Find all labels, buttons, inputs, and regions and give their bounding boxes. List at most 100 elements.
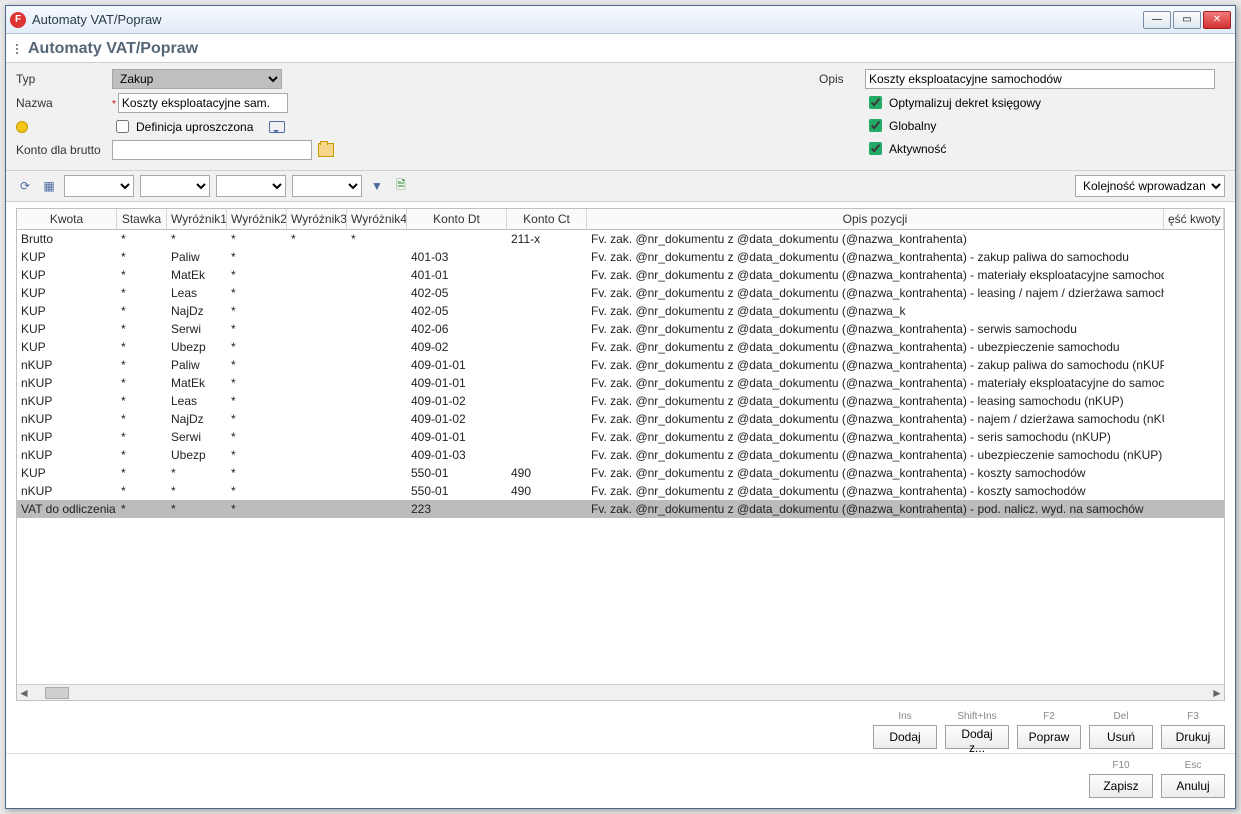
column-header[interactable]: Wyróżnik2 <box>227 209 287 229</box>
grid-header: KwotaStawkaWyróżnik1Wyróżnik2Wyróżnik3Wy… <box>17 209 1224 230</box>
table-row[interactable]: KUP*NajDz*402-05Fv. zak. @nr_dokumentu z… <box>17 302 1224 320</box>
table-row[interactable]: KUP***550-01490Fv. zak. @nr_dokumentu z … <box>17 464 1224 482</box>
table-cell: * <box>227 320 287 338</box>
table-cell <box>1164 446 1224 464</box>
table-cell: 401-01 <box>407 266 507 284</box>
folder-icon[interactable] <box>318 143 334 157</box>
window-title: Automaty VAT/Popraw <box>32 12 1143 27</box>
column-header[interactable]: Konto Dt <box>407 209 507 229</box>
nazwa-label: Nazwa <box>16 93 106 113</box>
table-row[interactable]: nKUP*Serwi*409-01-01Fv. zak. @nr_dokumen… <box>17 428 1224 446</box>
comment-icon[interactable] <box>269 121 285 133</box>
table-cell: Serwi <box>167 320 227 338</box>
horizontal-scrollbar[interactable]: ◄ ► <box>17 684 1224 700</box>
table-row[interactable]: nKUP*Paliw*409-01-01Fv. zak. @nr_dokumen… <box>17 356 1224 374</box>
popraw-hint: F2 <box>1043 711 1055 725</box>
maximize-button[interactable]: ▭ <box>1173 11 1201 29</box>
table-cell: Fv. zak. @nr_dokumentu z @data_dokumentu… <box>587 302 1164 320</box>
scroll-thumb[interactable] <box>45 687 69 699</box>
konto-label: Konto dla brutto <box>16 140 106 160</box>
zapisz-button[interactable]: Zapisz <box>1089 774 1153 798</box>
table-cell <box>1164 266 1224 284</box>
order-select[interactable]: Kolejność wprowadzania <box>1075 175 1225 197</box>
column-header[interactable]: Wyróżnik3 <box>287 209 347 229</box>
table-cell: KUP <box>17 338 117 356</box>
table-cell: Ubezp <box>167 338 227 356</box>
typ-select[interactable]: Zakup <box>112 69 282 89</box>
drukuj-button[interactable]: Drukuj <box>1161 725 1225 749</box>
clear-filter-icon[interactable]: ▦ <box>40 177 58 195</box>
table-row[interactable]: KUP*MatEk*401-01Fv. zak. @nr_dokumentu z… <box>17 266 1224 284</box>
column-header[interactable]: Opis pozycji <box>587 209 1164 229</box>
refresh-icon[interactable]: ⟳ <box>16 177 34 195</box>
filter-3[interactable] <box>216 175 286 197</box>
nazwa-input[interactable] <box>118 93 288 113</box>
table-row[interactable]: nKUP*Leas*409-01-02Fv. zak. @nr_dokument… <box>17 392 1224 410</box>
table-row[interactable]: nKUP*NajDz*409-01-02Fv. zak. @nr_dokumen… <box>17 410 1224 428</box>
minimize-button[interactable]: — <box>1143 11 1171 29</box>
table-cell: 409-01-03 <box>407 446 507 464</box>
table-cell: * <box>227 446 287 464</box>
table-row[interactable]: Brutto*****211-xFv. zak. @nr_dokumentu z… <box>17 230 1224 248</box>
table-row[interactable]: KUP*Ubezp*409-02Fv. zak. @nr_dokumentu z… <box>17 338 1224 356</box>
dodaj-button[interactable]: Dodaj <box>873 725 937 749</box>
table-cell <box>347 248 407 266</box>
globalny-checkbox[interactable] <box>869 119 882 132</box>
table-cell <box>507 428 587 446</box>
data-grid: KwotaStawkaWyróżnik1Wyróżnik2Wyróżnik3Wy… <box>16 208 1225 701</box>
funnel-icon[interactable]: ▼ <box>368 177 386 195</box>
column-header[interactable]: Stawka <box>117 209 167 229</box>
table-cell: Leas <box>167 392 227 410</box>
dodajz-button[interactable]: Dodaj z... <box>945 725 1009 749</box>
column-header[interactable]: ęść kwoty <box>1164 209 1224 229</box>
table-cell: Fv. zak. @nr_dokumentu z @data_dokumentu… <box>587 338 1164 356</box>
table-cell <box>1164 338 1224 356</box>
column-header[interactable]: Wyróżnik1 <box>167 209 227 229</box>
close-button[interactable]: ✕ <box>1203 11 1231 29</box>
column-header[interactable]: Kwota <box>17 209 117 229</box>
table-row[interactable]: nKUP*Ubezp*409-01-03Fv. zak. @nr_dokumen… <box>17 446 1224 464</box>
table-row[interactable]: KUP*Leas*402-05Fv. zak. @nr_dokumentu z … <box>17 284 1224 302</box>
table-cell: * <box>117 356 167 374</box>
opis-input[interactable] <box>865 69 1215 89</box>
anuluj-button[interactable]: Anuluj <box>1161 774 1225 798</box>
filter-2[interactable] <box>140 175 210 197</box>
filter-1[interactable] <box>64 175 134 197</box>
table-row[interactable]: KUP*Serwi*402-06Fv. zak. @nr_dokumentu z… <box>17 320 1224 338</box>
table-cell <box>287 464 347 482</box>
optymalizuj-checkbox[interactable] <box>869 96 882 109</box>
table-row[interactable]: nKUP***550-01490Fv. zak. @nr_dokumentu z… <box>17 482 1224 500</box>
app-icon: F <box>10 12 26 28</box>
column-header[interactable]: Konto Ct <box>507 209 587 229</box>
titlebar[interactable]: F Automaty VAT/Popraw — ▭ ✕ <box>6 6 1235 34</box>
scroll-right-icon[interactable]: ► <box>1210 686 1224 700</box>
table-cell: MatEk <box>167 266 227 284</box>
popraw-button[interactable]: Popraw <box>1017 725 1081 749</box>
table-cell: * <box>227 500 287 518</box>
table-cell: * <box>227 374 287 392</box>
table-cell <box>407 230 507 248</box>
export-icon[interactable]: 🗎 <box>392 177 410 195</box>
table-cell: * <box>117 302 167 320</box>
table-row[interactable]: VAT do odliczenia***223Fv. zak. @nr_doku… <box>17 500 1224 518</box>
definicja-checkbox[interactable] <box>116 120 129 133</box>
table-row[interactable]: nKUP*MatEk*409-01-01Fv. zak. @nr_dokumen… <box>17 374 1224 392</box>
table-cell <box>1164 302 1224 320</box>
scroll-left-icon[interactable]: ◄ <box>17 686 31 700</box>
table-cell: Fv. zak. @nr_dokumentu z @data_dokumentu… <box>587 356 1164 374</box>
aktywnosc-checkbox[interactable] <box>869 142 882 155</box>
konto-input[interactable] <box>112 140 312 160</box>
table-cell: Fv. zak. @nr_dokumentu z @data_dokumentu… <box>587 410 1164 428</box>
table-row[interactable]: KUP*Paliw*401-03Fv. zak. @nr_dokumentu z… <box>17 248 1224 266</box>
filter-4[interactable] <box>292 175 362 197</box>
definicja-label: Definicja uproszczona <box>136 120 253 134</box>
usun-button[interactable]: Usuń <box>1089 725 1153 749</box>
table-cell <box>287 500 347 518</box>
table-cell: VAT do odliczenia <box>17 500 117 518</box>
table-cell <box>347 320 407 338</box>
column-header[interactable]: Wyróżnik4 <box>347 209 407 229</box>
grid-body[interactable]: Brutto*****211-xFv. zak. @nr_dokumentu z… <box>17 230 1224 684</box>
table-cell: KUP <box>17 266 117 284</box>
table-cell <box>287 248 347 266</box>
table-cell: Fv. zak. @nr_dokumentu z @data_dokumentu… <box>587 464 1164 482</box>
